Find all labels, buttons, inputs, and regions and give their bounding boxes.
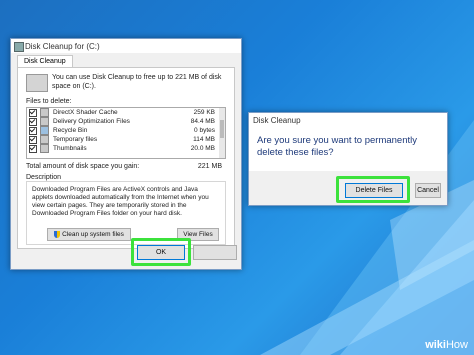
file-name: Delivery Optimization Files (53, 118, 130, 125)
cancel-button[interactable]: Cancel (415, 183, 441, 198)
checkbox[interactable] (29, 135, 37, 144)
watermark-brand: wiki (425, 339, 446, 351)
list-item[interactable]: Temporary files 114 MB (27, 135, 225, 144)
description-text: Downloaded Program Files are ActiveX con… (32, 186, 209, 217)
checkbox[interactable] (29, 108, 37, 117)
watermark-suffix: How (445, 339, 468, 351)
scrollbar-thumb[interactable] (220, 120, 224, 138)
file-icon (40, 135, 49, 144)
list-item[interactable]: Delivery Optimization Files 84.4 MB (27, 117, 225, 126)
clean-up-system-files-button[interactable]: Clean up system files (47, 228, 131, 241)
shield-icon (54, 230, 61, 238)
file-icon (40, 108, 49, 117)
description-label: Description (26, 174, 62, 181)
file-icon (40, 144, 49, 153)
drive-icon (26, 74, 48, 92)
file-list: DirectX Shader Cache 259 KB Delivery Opt… (26, 107, 226, 159)
list-item[interactable]: Recycle Bin 0 bytes (27, 126, 225, 135)
checkbox[interactable] (29, 126, 37, 135)
checkbox[interactable] (29, 117, 37, 126)
clean-up-system-files-label: Clean up system files (62, 231, 124, 238)
list-item[interactable]: Thumbnails 20.0 MB (27, 144, 225, 153)
window-title: Disk Cleanup for (C:) (25, 41, 100, 51)
wikihow-watermark: wikiHow (425, 339, 468, 351)
list-item[interactable]: DirectX Shader Cache 259 KB (27, 108, 225, 117)
total-value: 221 MB (197, 163, 222, 170)
file-name: DirectX Shader Cache (53, 109, 118, 116)
disk-cleanup-window: Disk Cleanup for (C:) Disk Cleanup You c… (10, 38, 242, 270)
file-icon (40, 117, 49, 126)
scrollbar[interactable] (219, 108, 225, 158)
dialog-title: Disk Cleanup (253, 115, 301, 125)
recycle-bin-icon (40, 126, 49, 135)
intro-text: You can use Disk Cleanup to free up to 2… (52, 74, 222, 90)
delete-files-button[interactable]: Delete Files (345, 183, 403, 198)
confirm-question: Are you sure you want to permanently del… (257, 135, 418, 158)
window-titlebar[interactable]: Disk Cleanup for (C:) (11, 39, 241, 53)
cancel-button-partial[interactable] (193, 245, 237, 260)
file-name: Thumbnails (53, 145, 87, 152)
files-to-delete-label: Files to delete: (26, 98, 72, 105)
description-group: Downloaded Program Files are ActiveX con… (26, 181, 226, 245)
total-label: Total amount of disk space you gain: (26, 163, 140, 170)
checkbox[interactable] (29, 144, 37, 153)
ok-button[interactable]: OK (137, 245, 185, 260)
file-name: Temporary files (53, 136, 98, 143)
file-name: Recycle Bin (53, 127, 88, 134)
disk-cleanup-panel: You can use Disk Cleanup to free up to 2… (17, 67, 235, 249)
dialog-titlebar[interactable]: Disk Cleanup (249, 113, 447, 127)
disk-cleanup-icon (14, 42, 24, 52)
